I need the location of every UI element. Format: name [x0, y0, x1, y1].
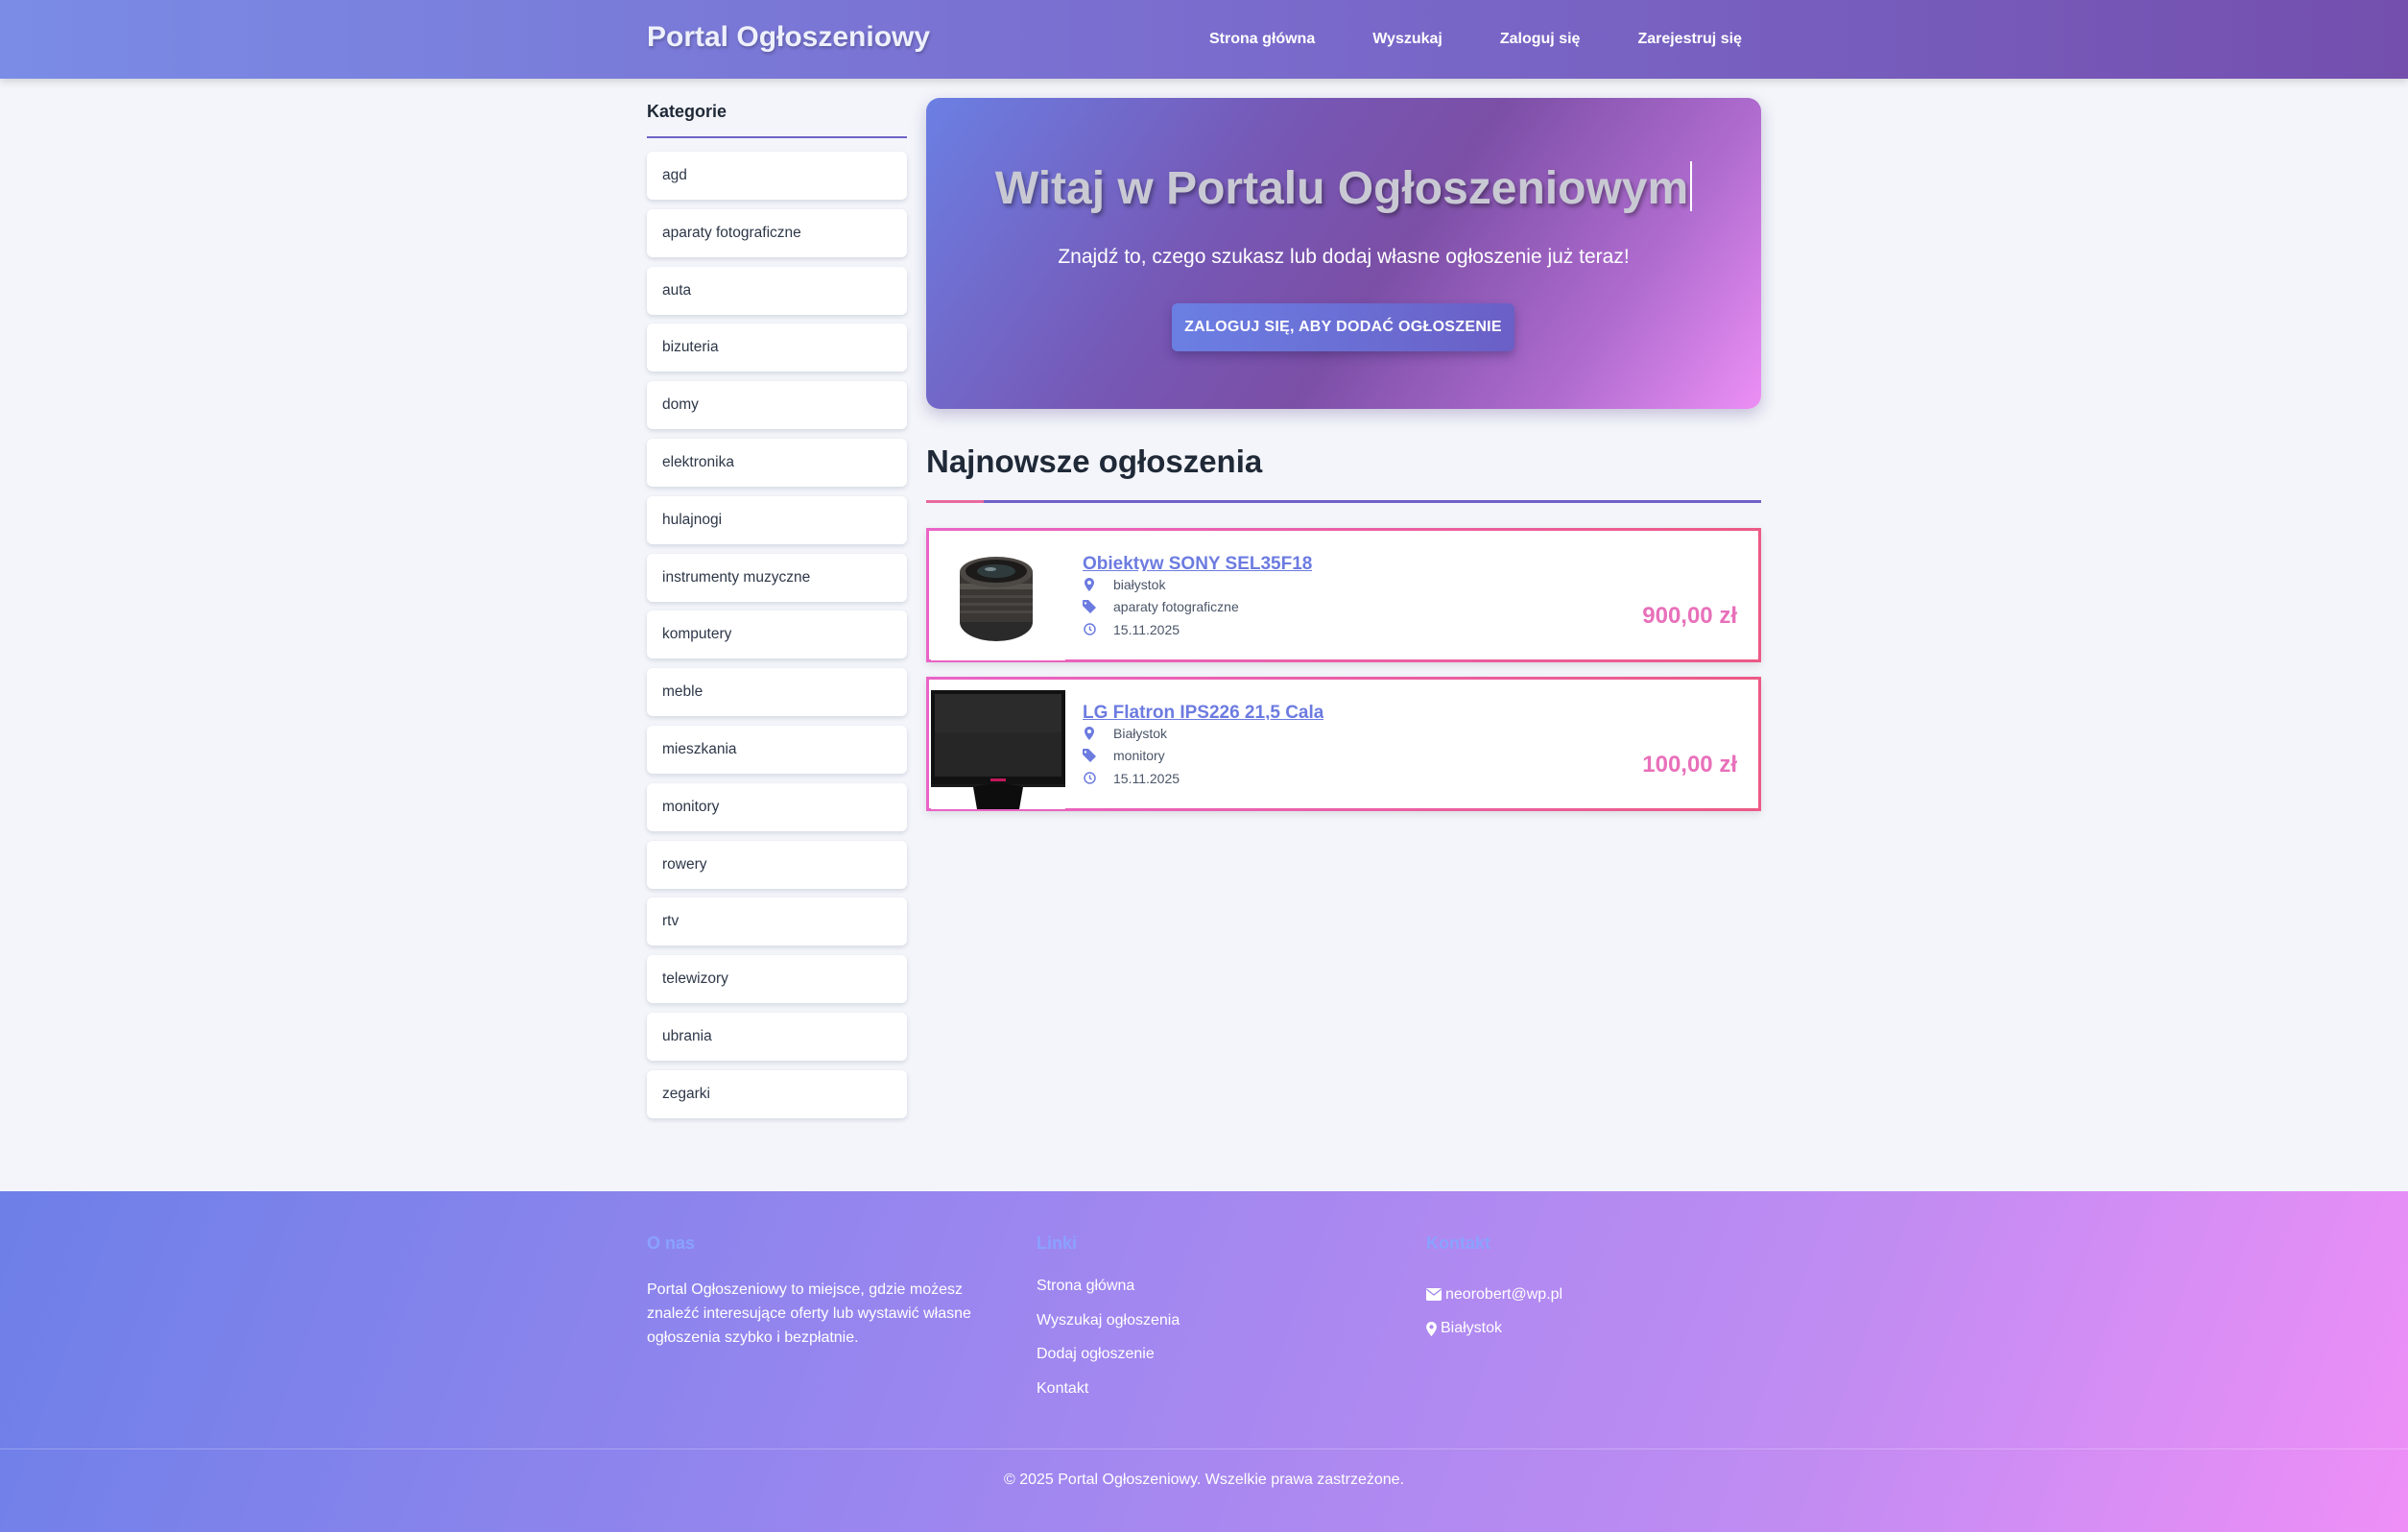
category-item-aparaty-fotograficzne[interactable]: aparaty fotograficzne: [647, 208, 907, 257]
map-marker-icon: [1083, 726, 1096, 741]
footer-link-search[interactable]: Wyszukaj ogłoszenia: [1037, 1312, 1180, 1347]
site-footer: O nas Portal Ogłoszeniowy to miejsce, gd…: [0, 1191, 2408, 1532]
categories-heading: Kategorie: [647, 96, 907, 138]
copyright-text: © 2025 Portal Ogłoszeniowy. Wszelkie pra…: [1003, 1472, 1404, 1488]
category-item-meble[interactable]: meble: [647, 668, 907, 717]
latest-ads-heading: Najnowsze ogłoszenia: [926, 443, 1263, 479]
nav-register-link[interactable]: Zarejestruj się: [1637, 31, 1742, 48]
monitor-photo[interactable]: [931, 684, 1065, 809]
footer-email[interactable]: neorobert@wp.pl: [1445, 1286, 1562, 1304]
ad-title-link[interactable]: LG Flatron IPS226 21,5 Cala: [1083, 699, 1323, 720]
ad-title-link[interactable]: Obiektyw SONY SEL35F18: [1083, 550, 1312, 571]
categories-list: agd aparaty fotograficzne auta bizuteria…: [647, 152, 907, 1118]
category-item-ubrania[interactable]: ubrania: [647, 1012, 907, 1061]
tag-icon: [1083, 599, 1096, 614]
ad-price: 900,00 zł: [1642, 603, 1737, 629]
map-marker-icon: [1083, 577, 1096, 592]
clock-icon: [1083, 622, 1096, 637]
brand-logo-link[interactable]: Portal Ogłoszeniowy: [647, 21, 930, 54]
category-item-auta[interactable]: auta: [647, 266, 907, 315]
footer-contact-heading: Kontakt: [1426, 1233, 1490, 1253]
latest-ads-list: Obiektyw SONY SEL35F18 białystok aparaty…: [926, 528, 1761, 826]
hero-banner: Witaj w Portalu Ogłoszeniowym Znajdź to,…: [926, 98, 1761, 409]
login-to-add-ad-button[interactable]: ZALOGUJ SIĘ, ABY DODAĆ OGŁOSZENIE: [1172, 303, 1514, 351]
category-item-rowery[interactable]: rowery: [647, 840, 907, 889]
category-item-agd[interactable]: agd: [647, 152, 907, 200]
category-item-instrumenty-muzyczne[interactable]: instrumenty muzyczne: [647, 553, 907, 602]
category-item-telewizory[interactable]: telewizory: [647, 955, 907, 1004]
category-item-hulajnogi[interactable]: hulajnogi: [647, 495, 907, 544]
nav-login-link[interactable]: Zaloguj się: [1500, 31, 1581, 48]
clock-icon: [1083, 771, 1096, 786]
ad-date-row: 15.11.2025: [1083, 767, 1180, 790]
ad-location: Białystok: [1113, 725, 1168, 741]
footer-links-heading: Linki: [1037, 1233, 1078, 1253]
category-item-rtv[interactable]: rtv: [647, 898, 907, 946]
ad-card[interactable]: LG Flatron IPS226 21,5 Cala Białystok mo…: [926, 677, 1761, 811]
ad-price: 100,00 zł: [1642, 752, 1737, 778]
footer-email-row: neorobert@wp.pl: [1426, 1278, 1562, 1312]
ad-meta: Białystok monitory 15.11.2025: [1083, 722, 1180, 790]
category-item-domy[interactable]: domy: [647, 381, 907, 430]
footer-about: O nas Portal Ogłoszeniowy to miejsce, gd…: [647, 1233, 992, 1350]
category-item-monitory[interactable]: monitory: [647, 782, 907, 831]
ad-location-row: białystok: [1083, 573, 1239, 596]
hero-subtitle: Znajdź to, czego szukasz lub dodaj własn…: [1058, 246, 1630, 268]
footer-city: Białystok: [1441, 1320, 1503, 1337]
footer-city-row: Białystok: [1426, 1312, 1562, 1347]
ad-date: 15.11.2025: [1113, 770, 1180, 786]
hero-title: Witaj w Portalu Ogłoszeniowym: [926, 161, 1761, 215]
typing-cursor: [1690, 161, 1693, 211]
top-navbar: Portal Ogłoszeniowy Strona główna Wyszuk…: [0, 0, 2408, 79]
camera-lens-photo[interactable]: [931, 536, 1065, 660]
ad-date: 15.11.2025: [1113, 621, 1180, 637]
footer-links: Linki Strona główna Wyszukaj ogłoszenia …: [1037, 1233, 1180, 1414]
ad-meta: białystok aparaty fotograficzne 15.11.20…: [1083, 573, 1239, 641]
envelope-icon: [1426, 1288, 1442, 1302]
ad-category: monitory: [1113, 748, 1165, 764]
map-marker-icon: [1426, 1321, 1437, 1336]
categories-sidebar: Kategorie agd aparaty fotograficzne auta…: [647, 96, 907, 1128]
category-item-komputery[interactable]: komputery: [647, 610, 907, 659]
tag-icon: [1083, 748, 1096, 763]
category-item-mieszkania[interactable]: mieszkania: [647, 725, 907, 774]
nav-links: Strona główna Wyszukaj Zaloguj się Zarej…: [1209, 0, 1742, 79]
category-item-bizuteria[interactable]: bizuteria: [647, 323, 907, 372]
footer-about-heading: O nas: [647, 1233, 696, 1253]
ad-date-row: 15.11.2025: [1083, 618, 1239, 641]
footer-link-home[interactable]: Strona główna: [1037, 1278, 1180, 1312]
ad-location-row: Białystok: [1083, 722, 1180, 745]
section-divider: [926, 500, 1761, 503]
footer-link-contact[interactable]: Kontakt: [1037, 1380, 1180, 1415]
nav-search-link[interactable]: Wyszukaj: [1372, 31, 1442, 48]
hero-title-text: Witaj w Portalu Ogłoszeniowym: [994, 163, 1689, 214]
nav-home-link[interactable]: Strona główna: [1209, 31, 1315, 48]
ad-location: białystok: [1113, 576, 1166, 592]
ad-category-row: aparaty fotograficzne: [1083, 596, 1239, 619]
category-item-elektronika[interactable]: elektronika: [647, 438, 907, 487]
ad-category: aparaty fotograficzne: [1113, 599, 1239, 615]
footer-contact: Kontakt neorobert@wp.pl Białystok: [1426, 1233, 1562, 1346]
footer-divider: [0, 1448, 2408, 1449]
ad-card[interactable]: Obiektyw SONY SEL35F18 białystok aparaty…: [926, 528, 1761, 662]
ad-category-row: monitory: [1083, 745, 1180, 768]
category-item-zegarki[interactable]: zegarki: [647, 1069, 907, 1118]
footer-link-add-ad[interactable]: Dodaj ogłoszenie: [1037, 1346, 1180, 1380]
footer-about-text: Portal Ogłoszeniowy to miejsce, gdzie mo…: [647, 1281, 971, 1346]
